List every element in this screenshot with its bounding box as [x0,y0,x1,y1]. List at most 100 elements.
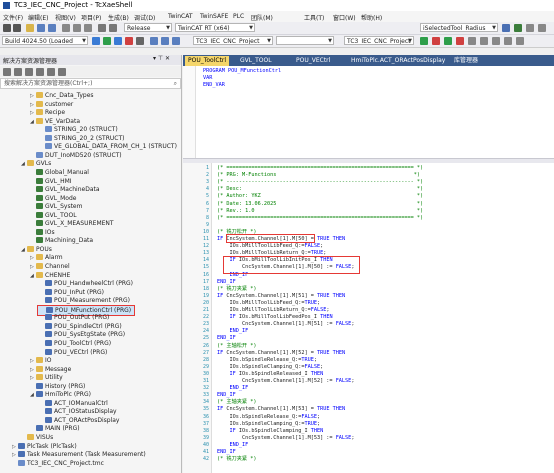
line-number: 35 [202,406,209,413]
line-number: 3 [205,179,209,186]
toolbox-icon[interactable] [526,24,534,32]
stop-icon[interactable] [456,37,464,45]
code-line: CncSystem.Channel[1].M[51] := FALSE; [217,321,355,328]
run-mode-icon[interactable] [103,37,111,45]
undo-icon[interactable] [98,24,106,32]
open-folder-icon[interactable] [26,24,34,32]
chevron-down-icon: ▼ [82,38,86,44]
breakpoint-icon[interactable] [468,37,476,45]
menu-team[interactable]: 团队(M) [251,13,273,22]
pou-icon [45,408,52,415]
line-number: 36 [202,413,209,420]
properties-icon[interactable] [514,24,522,32]
code-line: CncSystem.Channel[1].M[53] := FALSE; [217,434,355,441]
pin-icon[interactable]: ▾ ⊤ ✕ [153,55,170,62]
declaration-line: END_VAR [203,82,225,88]
tab-pou-toolctrl[interactable]: POU_ToolCtrl [185,56,230,66]
activate-config-icon[interactable] [92,37,100,45]
tree-item-label: POU_InPut (PRG) [54,288,104,296]
folder-icon [36,263,43,269]
line-number: 23 [202,321,209,328]
menu-help[interactable]: 帮助(H) [361,13,382,22]
search-icon[interactable]: ⌕ [174,79,177,88]
tab-gvl-tool[interactable]: GVL_TOOL [237,56,275,66]
plc-project-dropdown[interactable]: TC3_IEC_CNC_Project ▼ [344,36,414,45]
collapse-all-icon[interactable] [36,68,44,76]
platform-dropdown[interactable]: TwinCAT RT (x64) ▼ [175,23,255,32]
declaration-line: VAR [203,75,213,81]
tab-pou-vectrl[interactable]: POU_VECtrl [293,56,333,66]
show-all-icon[interactable] [47,68,55,76]
menu-view[interactable]: 视图(V) [55,13,76,22]
tree-item[interactable]: TC3_IEC_CNC_Project.tmc [12,459,104,468]
login-icon[interactable] [172,37,180,45]
menu-twincat[interactable]: TwinCAT [168,13,193,20]
menu-tools[interactable]: 工具(T) [304,13,324,22]
save-icon[interactable] [37,24,45,32]
solution-search-input[interactable]: 搜索解决方案资源管理器(Ctrl+;) ⌕ [0,78,181,89]
menu-debug[interactable]: 调试(D) [134,13,155,22]
find-combo[interactable]: iSelectedTool_Radius ▼ [420,23,498,32]
line-number: 12 [202,243,209,250]
scan-icon[interactable] [125,37,133,45]
target-icon[interactable] [136,37,144,45]
config-mode-icon[interactable] [114,37,122,45]
solution-icon[interactable] [150,37,158,45]
find-icon[interactable] [502,24,510,32]
blank-dropdown[interactable]: ▼ [276,36,334,45]
monitor-icon[interactable] [516,37,524,45]
step-into-icon[interactable] [492,37,500,45]
refresh-icon[interactable] [25,68,33,76]
declaration-editor[interactable] [183,66,554,158]
pou-icon [45,322,52,329]
code-line: (* -------------------------------------… [217,179,424,186]
menu-build[interactable]: 生成(B) [108,13,129,22]
sync-icon[interactable] [14,68,22,76]
tree-item-label: GVL_Mode [45,194,77,202]
line-number: 41 [202,449,209,455]
home-icon[interactable] [3,68,11,76]
line-number: 37 [202,420,209,427]
save-all-icon[interactable] [48,24,56,32]
configuration-dropdown[interactable]: Release ▼ [124,23,172,32]
cut-icon[interactable] [62,24,70,32]
paste-icon[interactable] [84,24,92,32]
configuration-value: Release [127,25,151,32]
tab-hmitoplc-act[interactable]: HmiToPlc.ACT_ORActPosDisplay [348,56,448,66]
wrench-icon[interactable] [58,68,66,76]
copy-icon[interactable] [73,24,81,32]
chevron-down-icon: ▼ [492,25,496,31]
menu-window[interactable]: 窗口(W) [333,13,356,22]
forward-icon[interactable] [13,24,21,32]
step-over-icon[interactable] [480,37,488,45]
logout-plc-icon[interactable] [432,37,440,45]
line-number: 38 [202,427,209,434]
line-number: 21 [202,307,209,313]
code-line: IF CncSystem.Channel[1].M[51] = TRUE THE… [217,292,346,299]
step-out-icon[interactable] [504,37,512,45]
build-dropdown[interactable]: Build 4024.50 (Loaded ▼ [2,36,88,45]
plc-icon[interactable] [161,37,169,45]
menu-project[interactable]: 项目(P) [81,13,101,22]
tab-library-manager[interactable]: 库管理器 [451,56,481,66]
menu-plc[interactable]: PLC [233,13,244,20]
code-line: END_IF [229,385,249,392]
menu-file[interactable]: 文件(F) [3,13,23,22]
line-number: 24 [202,328,209,335]
pou-icon [45,348,52,355]
code-line: (* =====================================… [217,165,424,171]
project-dropdown[interactable]: TC3_IEC_CNC_Project ▼ [193,36,273,45]
redo-icon[interactable] [109,24,117,32]
start-icon[interactable] [444,37,452,45]
login-plc-icon[interactable] [420,37,428,45]
tree-item-label: POU_Measurement (PRG) [54,297,130,305]
tree-item-label: POUs [36,245,52,253]
code-line: IOs.bSpindleClamping_Q:=TRUE; [217,420,321,427]
tree-item-label: Recipe [45,109,66,117]
menu-twinsafe[interactable]: TwinSAFE [200,13,228,20]
more-icon[interactable] [538,24,546,32]
back-icon[interactable] [3,24,11,32]
tree-item-label: Utility [45,374,63,382]
pou-icon [45,331,52,338]
menu-edit[interactable]: 编辑(E) [28,13,48,22]
